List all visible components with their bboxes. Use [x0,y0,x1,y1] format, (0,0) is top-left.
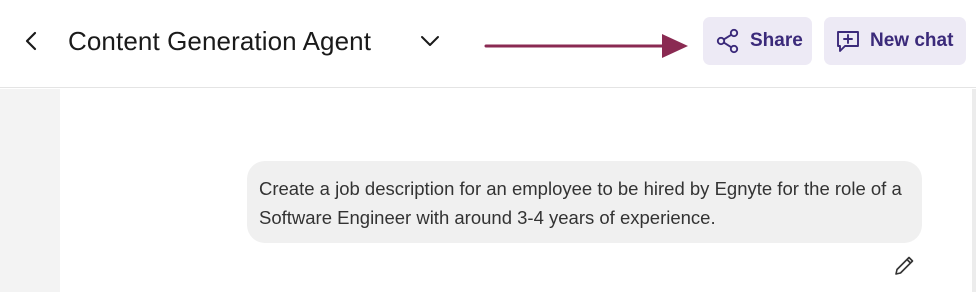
annotation-arrow [484,34,688,58]
new-chat-button-label: New chat [870,30,954,51]
chevron-down-icon [421,36,439,46]
chat-plus-icon [837,31,859,52]
agent-dropdown-button[interactable] [416,27,444,55]
share-button[interactable]: Share [703,17,812,65]
share-icon [716,28,739,54]
back-button[interactable] [16,25,48,57]
left-rail [0,89,60,292]
edit-message-button[interactable] [890,252,918,280]
chat-content: Create a job description for an employee… [0,89,976,292]
user-message-bubble: Create a job description for an employee… [247,161,922,243]
agent-title: Content Generation Agent [68,26,372,56]
new-chat-button[interactable]: New chat [824,17,966,65]
share-button-label: Share [750,30,803,51]
user-message-text: Create a job description for an employee… [259,178,902,228]
pencil-icon [895,256,914,275]
chevron-left-icon [25,31,37,51]
chat-header: Content Generation Agent Share New chat [0,0,976,88]
scrollbar-track[interactable] [972,89,976,292]
